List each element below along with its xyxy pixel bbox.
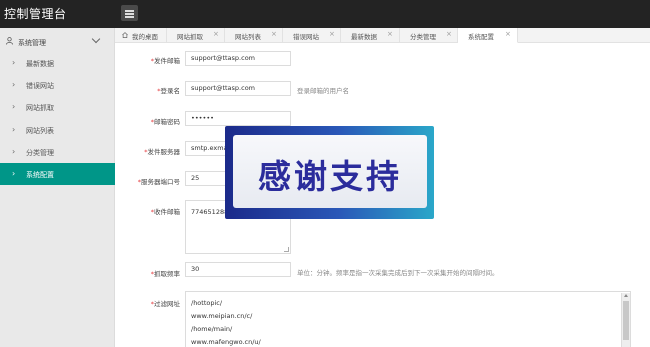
- tab-site-list[interactable]: 网站列表 ×: [225, 28, 283, 43]
- email-password-label: *邮箱密码: [100, 116, 180, 126]
- tab-label: 系统配置: [468, 33, 494, 41]
- filter-urls-scrollbar[interactable]: [621, 293, 630, 347]
- chevron-down-icon: [91, 34, 101, 44]
- filter-urls-label: *过滤网址: [100, 298, 180, 308]
- recipient-email-value: 774651288: [191, 208, 229, 216]
- server-port-label-text: 服务器端口号: [141, 178, 180, 186]
- top-bar: 控制管理台: [0, 0, 650, 28]
- close-icon[interactable]: ×: [213, 30, 219, 38]
- sidebar-group-system[interactable]: 系统管理: [0, 28, 115, 54]
- tab-my-desktop[interactable]: 我的桌面: [115, 28, 167, 43]
- sidebar-item-label: 最新数据: [26, 60, 54, 68]
- smtp-server-label-text: 发件服务器: [147, 148, 181, 156]
- menu-toggle-button[interactable]: [121, 5, 138, 21]
- close-icon[interactable]: ×: [387, 30, 393, 38]
- email-password-field[interactable]: ••••••: [185, 111, 291, 126]
- smtp-server-label: *发件服务器: [100, 146, 180, 156]
- sender-email-label-text: 发件邮箱: [154, 57, 180, 65]
- thanks-banner-plate: 感谢支持: [233, 135, 427, 208]
- tab-error-sites[interactable]: 错误网站 ×: [283, 28, 341, 43]
- sidebar-item-site-crawl[interactable]: › 网站抓取: [0, 96, 115, 118]
- tab-latest-data[interactable]: 最新数据 ×: [341, 28, 400, 43]
- crawl-interval-hint: 单位：分钟。频率是指一次采集完成后到下一次采集开始的间隔时间。: [297, 269, 499, 277]
- thanks-banner: 感谢支持: [225, 126, 434, 219]
- close-icon[interactable]: ×: [329, 30, 335, 38]
- sidebar-item-latest-data[interactable]: › 最新数据: [0, 52, 115, 74]
- crawl-interval-label-text: 抓取频率: [154, 270, 180, 278]
- filter-url-line: /home/main/: [191, 325, 233, 333]
- recipient-email-label: *收件邮箱: [100, 206, 180, 216]
- close-icon[interactable]: ×: [271, 30, 277, 38]
- chevron-right-icon: ›: [12, 80, 16, 89]
- filter-url-line: www.meipian.cn/c/: [191, 312, 253, 320]
- login-name-hint: 登录邮箱的用户名: [297, 87, 349, 95]
- chevron-right-icon: ›: [12, 102, 16, 111]
- tab-label: 网站抓取: [177, 33, 203, 41]
- sidebar: 系统管理 › 最新数据 › 错误网站 › 网站抓取 › 网站列表 › 分类管理 …: [0, 28, 115, 347]
- crawl-interval-label: *抓取频率: [100, 268, 180, 278]
- tab-bar: 我的桌面 网站抓取 × 网站列表 × 错误网站 × 最新数据 × 分类管理 × …: [115, 28, 650, 43]
- sidebar-item-label: 错误网站: [26, 82, 54, 90]
- chevron-right-icon: ›: [12, 169, 16, 178]
- menu-icon-line: [125, 10, 134, 12]
- sidebar-item-site-list[interactable]: › 网站列表: [0, 119, 115, 141]
- sidebar-item-system-config[interactable]: › 系统配置: [0, 163, 115, 185]
- scrollbar-thumb[interactable]: [623, 301, 629, 340]
- filter-url-line: www.mafengwo.cn/u/: [191, 338, 261, 346]
- menu-icon-line: [125, 16, 134, 18]
- tab-label: 我的桌面: [132, 33, 158, 41]
- server-port-label: *服务器端口号: [100, 176, 180, 186]
- chevron-right-icon: ›: [12, 125, 16, 134]
- tab-label: 分类管理: [410, 33, 436, 41]
- user-icon: [6, 37, 13, 45]
- tab-site-crawl[interactable]: 网站抓取 ×: [167, 28, 225, 43]
- thanks-banner-text: 感谢支持: [258, 157, 402, 196]
- close-icon[interactable]: ×: [446, 30, 452, 38]
- home-icon: [122, 32, 128, 38]
- chevron-right-icon: ›: [12, 147, 16, 156]
- tab-label: 网站列表: [235, 33, 261, 41]
- chevron-right-icon: ›: [12, 58, 16, 67]
- sidebar-item-label: 网站列表: [26, 127, 54, 135]
- menu-icon-line: [125, 13, 134, 15]
- sidebar-item-label: 系统配置: [26, 171, 54, 179]
- scroll-up-icon[interactable]: [624, 294, 628, 297]
- filter-urls-textarea[interactable]: /hottopic/ www.meipian.cn/c/ /home/main/…: [185, 291, 631, 347]
- login-name-label: *登录名: [100, 85, 180, 95]
- crawl-interval-field[interactable]: 30: [185, 262, 291, 277]
- filter-url-line: /hottopic/: [191, 299, 223, 307]
- resize-handle[interactable]: [284, 247, 289, 252]
- filter-urls-label-text: 过滤网址: [154, 300, 180, 308]
- tab-system-config[interactable]: 系统配置 ×: [458, 28, 518, 43]
- tab-category[interactable]: 分类管理 ×: [400, 28, 458, 43]
- recipient-email-label-text: 收件邮箱: [154, 208, 180, 216]
- close-icon[interactable]: ×: [505, 30, 511, 38]
- sidebar-item-label: 分类管理: [26, 149, 54, 157]
- email-password-label-text: 邮箱密码: [154, 118, 180, 126]
- tab-label: 错误网站: [293, 33, 319, 41]
- sender-email-field[interactable]: support@ttasp.com: [185, 51, 291, 66]
- sidebar-group-label: 系统管理: [18, 39, 46, 47]
- sidebar-item-error-sites[interactable]: › 错误网站: [0, 74, 115, 96]
- sidebar-item-category[interactable]: › 分类管理: [0, 141, 115, 163]
- app-title: 控制管理台: [4, 7, 67, 21]
- sender-email-label: *发件邮箱: [100, 55, 180, 65]
- login-name-label-text: 登录名: [160, 87, 181, 95]
- login-name-field[interactable]: support@ttasp.com: [185, 81, 291, 96]
- tab-label: 最新数据: [351, 33, 377, 41]
- sidebar-item-label: 网站抓取: [26, 104, 54, 112]
